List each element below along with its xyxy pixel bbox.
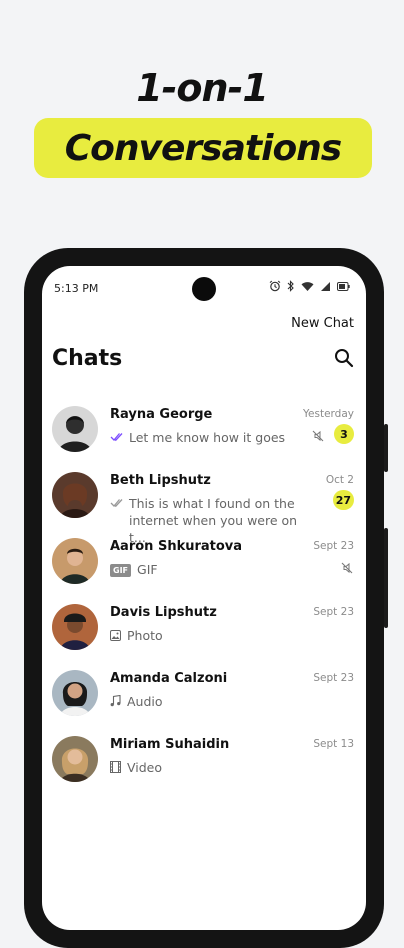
contact-name: Beth Lipshutz xyxy=(110,473,211,488)
timestamp: Oct 2 xyxy=(325,474,354,486)
page-title: Chats xyxy=(52,346,123,371)
preview-text: Let me know how it goes xyxy=(129,430,286,445)
chat-row[interactable]: Davis Lipshutz Sept 23 Photo xyxy=(42,594,366,660)
message-preview: GIF GIF xyxy=(110,561,300,578)
chat-row[interactable]: Aaron Shkuratova Sept 23 GIF GIF xyxy=(42,528,366,594)
message-preview: Let me know how it goes xyxy=(110,429,300,446)
message-preview: Photo xyxy=(110,627,300,645)
contact-name: Aaron Shkuratova xyxy=(110,539,243,554)
preview-text: Audio xyxy=(127,694,163,709)
message-preview: Audio xyxy=(110,693,300,711)
photo-icon xyxy=(110,627,121,645)
muted-icon xyxy=(341,559,353,578)
timestamp: Sept 23 xyxy=(313,540,354,552)
chat-row[interactable]: Miriam Suhaidin Sept 13 Video xyxy=(42,726,366,792)
preview-text: Photo xyxy=(127,628,163,643)
timestamp: Sept 13 xyxy=(313,738,354,750)
chat-list: Rayna George Yesterday Let me know how i… xyxy=(42,396,366,792)
search-icon[interactable] xyxy=(334,348,354,372)
highlight-pill: Conversations xyxy=(34,118,372,178)
headline: 1-on-1 xyxy=(136,66,269,110)
battery-icon xyxy=(337,281,350,291)
preview-text: GIF xyxy=(137,562,158,577)
power-button xyxy=(384,528,388,628)
unread-badge: 3 xyxy=(334,424,354,444)
wifi-icon xyxy=(301,281,314,292)
camera-cutout xyxy=(192,277,216,301)
music-note-icon xyxy=(110,693,121,711)
contact-name: Amanda Calzoni xyxy=(110,671,228,686)
volume-button xyxy=(384,424,388,472)
status-time: 5:13 PM xyxy=(54,282,99,295)
double-check-icon xyxy=(110,429,123,446)
video-icon xyxy=(110,759,121,777)
bluetooth-icon xyxy=(287,280,295,292)
avatar xyxy=(52,472,98,518)
timestamp: Sept 23 xyxy=(313,672,354,684)
muted-icon xyxy=(312,427,324,446)
chat-row[interactable]: Beth Lipshutz Oct 2 This is what I found… xyxy=(42,462,366,545)
new-chat-button[interactable]: New Chat xyxy=(291,316,354,331)
highlight-text: Conversations xyxy=(64,127,342,169)
avatar xyxy=(52,736,98,782)
double-check-icon xyxy=(110,495,123,512)
contact-name: Miriam Suhaidin xyxy=(110,737,230,752)
signal-icon xyxy=(320,281,331,292)
preview-text: Video xyxy=(127,760,163,775)
contact-name: Davis Lipshutz xyxy=(110,605,217,620)
phone-screen: 5:13 PM New Chat Chats Rayna George Yest… xyxy=(42,266,366,930)
timestamp: Yesterday xyxy=(303,408,354,420)
avatar xyxy=(52,670,98,716)
avatar xyxy=(52,538,98,584)
alarm-icon xyxy=(269,280,281,292)
contact-name: Rayna George xyxy=(110,407,213,422)
avatar xyxy=(52,604,98,650)
timestamp: Sept 23 xyxy=(313,606,354,618)
unread-badge: 27 xyxy=(332,490,354,510)
chat-row[interactable]: Amanda Calzoni Sept 23 Audio xyxy=(42,660,366,726)
gif-icon: GIF xyxy=(110,564,132,577)
message-preview: Video xyxy=(110,759,300,777)
chat-row[interactable]: Rayna George Yesterday Let me know how i… xyxy=(42,396,366,462)
status-icons xyxy=(269,280,350,292)
avatar xyxy=(52,406,98,452)
phone-frame: 5:13 PM New Chat Chats Rayna George Yest… xyxy=(24,248,388,948)
